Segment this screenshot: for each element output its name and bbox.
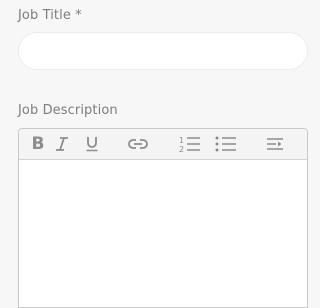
svg-text:1: 1	[179, 136, 184, 145]
job-title-label: Job Title *	[18, 8, 82, 23]
link-icon	[128, 139, 148, 149]
unordered-list-icon	[215, 136, 236, 152]
indent-icon	[267, 138, 283, 150]
italic-icon	[56, 137, 68, 151]
job-title-input[interactable]	[18, 32, 308, 70]
job-description-editor: B 1 2	[18, 128, 308, 308]
bold-icon: B	[31, 134, 45, 154]
editor-toolbar: B 1 2	[19, 129, 307, 160]
ordered-list-button[interactable]: 1 2	[178, 133, 202, 155]
bold-button[interactable]: B	[30, 133, 46, 155]
underline-icon	[86, 137, 98, 152]
svg-text:2: 2	[179, 145, 184, 153]
ordered-list-icon: 1 2	[179, 136, 200, 153]
job-description-textarea[interactable]	[19, 160, 307, 307]
unordered-list-button[interactable]	[214, 133, 238, 155]
link-button[interactable]	[126, 133, 150, 155]
italic-button[interactable]	[54, 133, 70, 155]
underline-button[interactable]	[84, 133, 100, 155]
indent-button[interactable]	[263, 133, 283, 155]
job-description-label: Job Description	[18, 103, 118, 118]
